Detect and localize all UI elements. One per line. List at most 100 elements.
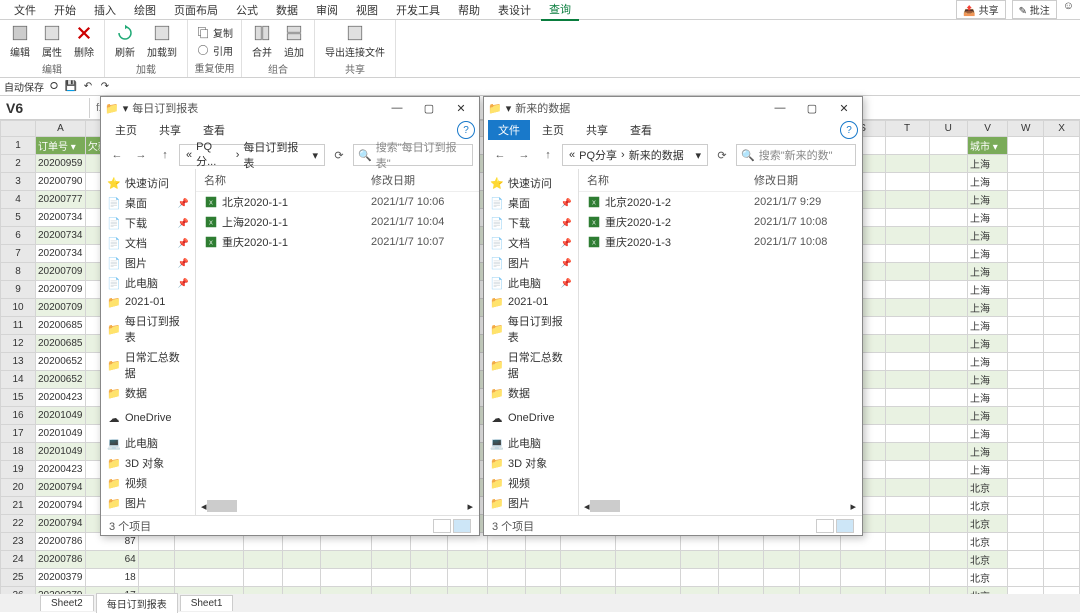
copy-button[interactable]: 复制 [194, 24, 235, 41]
close-icon[interactable]: ✕ [447, 98, 475, 118]
search-input[interactable]: 🔍 搜索"每日订到报表" [353, 144, 473, 166]
autosave-label: 自动保存 [4, 79, 44, 94]
nav-pane[interactable]: ⭐快速访问📄桌面📌📄下载📌📄文档📌📄图片📌📄此电脑📌📁2021-01📁每日订到报… [484, 169, 579, 515]
svg-text:X: X [592, 240, 596, 246]
col-date[interactable]: 修改日期 [754, 172, 854, 188]
tab-view[interactable]: 视图 [348, 0, 386, 20]
view-icons-icon[interactable] [836, 519, 854, 533]
refresh-button[interactable]: 刷新 [111, 22, 139, 61]
tab-home[interactable]: 开始 [46, 0, 84, 20]
file-list[interactable]: 名称修改日期 X北京2020-1-12021/1/7 10:06X上海2020-… [196, 169, 479, 515]
view-details-icon[interactable] [433, 519, 451, 533]
file-item[interactable]: X上海2020-1-12021/1/7 10:04 [196, 212, 479, 232]
redo-icon[interactable]: ↷ [98, 80, 112, 94]
menu-view[interactable]: 查看 [193, 120, 235, 140]
svg-text:X: X [592, 220, 596, 226]
edit-button[interactable]: 编辑 [6, 22, 34, 61]
tab-formula[interactable]: 公式 [228, 0, 266, 20]
tab-draw[interactable]: 绘图 [126, 0, 164, 20]
append-button[interactable]: 追加 [280, 22, 308, 61]
menu-home[interactable]: 主页 [105, 120, 147, 140]
smiley-icon[interactable]: ☺ [1063, 0, 1074, 19]
file-list[interactable]: 名称修改日期 X北京2020-1-22021/1/7 9:29X重庆2020-1… [579, 169, 862, 515]
dropdown-icon[interactable]: ▾ [123, 102, 129, 115]
group-combine-label: 组合 [268, 61, 288, 76]
col-name[interactable]: 名称 [204, 172, 371, 188]
explorer-window-1: 📁 ▾ 每日订到报表 — ▢ ✕ 主页 共享 查看 ? ← → ↑ « PQ分.… [100, 96, 480, 536]
save-icon[interactable]: 💾 [64, 80, 78, 94]
sheet-tab[interactable]: 每日订到报表 [96, 593, 178, 613]
tab-layout[interactable]: 页面布局 [166, 0, 226, 20]
minimize-icon[interactable]: — [383, 98, 411, 118]
scrollbar-thumb[interactable] [207, 500, 237, 512]
forward-icon[interactable]: → [131, 145, 151, 165]
tab-query[interactable]: 查询 [541, 0, 579, 21]
tab-data[interactable]: 数据 [268, 0, 306, 20]
tab-help[interactable]: 帮助 [450, 0, 488, 20]
forward-icon[interactable]: → [514, 145, 534, 165]
breadcrumb[interactable]: « PQ分... › 每日订到报表 ▾ [179, 144, 325, 166]
file-item[interactable]: X重庆2020-1-22021/1/7 10:08 [579, 212, 862, 232]
nav-pane[interactable]: ⭐快速访问📄桌面📌📄下载📌📄文档📌📄图片📌📄此电脑📌📁2021-01📁每日订到报… [101, 169, 196, 515]
view-icons-icon[interactable] [453, 519, 471, 533]
menu-home[interactable]: 主页 [532, 120, 574, 140]
minimize-icon[interactable]: — [766, 98, 794, 118]
view-details-icon[interactable] [816, 519, 834, 533]
close-icon[interactable]: ✕ [830, 98, 858, 118]
ref-button[interactable]: 引用 [194, 42, 235, 59]
window-title: 每日订到报表 [132, 100, 379, 116]
file-item[interactable]: X北京2020-1-22021/1/7 9:29 [579, 192, 862, 212]
menu-share[interactable]: 共享 [149, 120, 191, 140]
col-date[interactable]: 修改日期 [371, 172, 471, 188]
menu-share[interactable]: 共享 [576, 120, 618, 140]
group-load-label: 加载 [136, 61, 156, 76]
up-icon[interactable]: ↑ [538, 145, 558, 165]
file-item[interactable]: X重庆2020-1-32021/1/7 10:08 [579, 232, 862, 252]
comment-button[interactable]: ✎ 批注 [1012, 0, 1057, 19]
breadcrumb[interactable]: « PQ分享 › 新来的数据 ▾ [562, 144, 708, 166]
maximize-icon[interactable]: ▢ [415, 98, 443, 118]
file-item[interactable]: X重庆2020-1-12021/1/7 10:07 [196, 232, 479, 252]
scroll-right-icon[interactable]: ▸ [467, 500, 473, 513]
scroll-right-icon[interactable]: ▸ [850, 500, 856, 513]
help-icon[interactable]: ? [457, 121, 475, 139]
menu-file[interactable]: 文件 [488, 120, 530, 140]
group-reuse-label: 重复使用 [195, 60, 235, 75]
svg-text:X: X [209, 200, 213, 206]
scrollbar-thumb[interactable] [590, 500, 620, 512]
undo-icon[interactable]: ↶ [81, 80, 95, 94]
up-icon[interactable]: ↑ [155, 145, 175, 165]
dropdown-icon[interactable]: ▾ [506, 102, 512, 115]
sheet-tab[interactable]: Sheet2 [40, 595, 94, 611]
help-icon[interactable]: ? [840, 121, 858, 139]
file-item[interactable]: X北京2020-1-12021/1/7 10:06 [196, 192, 479, 212]
tab-review[interactable]: 审阅 [308, 0, 346, 20]
tab-insert[interactable]: 插入 [86, 0, 124, 20]
search-input[interactable]: 🔍 搜索"新来的数" [736, 144, 856, 166]
props-button[interactable]: 属性 [38, 22, 66, 61]
sheet-tabs: Sheet2 每日订到报表 Sheet1 [0, 594, 1080, 612]
share-button[interactable]: 📤 共享 [956, 0, 1005, 19]
svg-text:X: X [209, 240, 213, 246]
refresh-icon[interactable]: ⟳ [712, 145, 732, 165]
folder-icon: 📁 [488, 102, 502, 115]
menu-view[interactable]: 查看 [620, 120, 662, 140]
delete-button[interactable]: 删除 [70, 22, 98, 61]
merge-button[interactable]: 合并 [248, 22, 276, 61]
export-button[interactable]: 导出连接文件 [321, 22, 389, 61]
refresh-icon[interactable]: ⟳ [329, 145, 349, 165]
col-name[interactable]: 名称 [587, 172, 754, 188]
sheet-tab[interactable]: Sheet1 [180, 595, 234, 611]
group-share-label: 共享 [345, 61, 365, 76]
maximize-icon[interactable]: ▢ [798, 98, 826, 118]
name-box[interactable]: V6 [0, 98, 90, 118]
tab-file[interactable]: 文件 [6, 0, 44, 20]
tab-tabledesign[interactable]: 表设计 [490, 0, 539, 20]
tab-dev[interactable]: 开发工具 [388, 0, 448, 20]
back-icon[interactable]: ← [107, 145, 127, 165]
loadto-button[interactable]: 加载到 [143, 22, 181, 61]
autosave-toggle[interactable]: ⭘ [47, 80, 61, 94]
back-icon[interactable]: ← [490, 145, 510, 165]
status-text: 3 个项目 [492, 518, 534, 534]
window-title: 新来的数据 [515, 100, 762, 116]
